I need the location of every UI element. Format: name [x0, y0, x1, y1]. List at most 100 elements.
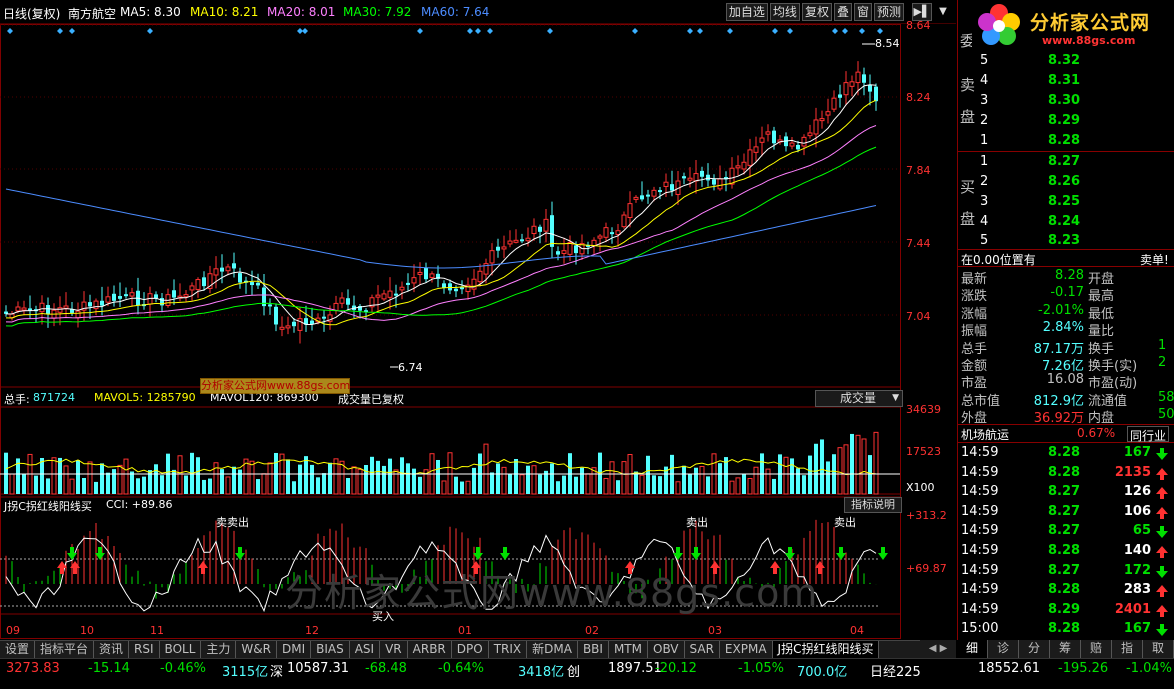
- tab-indicator[interactable]: BBI: [578, 641, 609, 658]
- tab-indicator[interactable]: BIAS: [311, 641, 350, 658]
- status-value: 3273.83: [6, 661, 60, 676]
- candle-body: [640, 195, 644, 200]
- tab-indicator[interactable]: ASI: [350, 641, 381, 658]
- trade-row[interactable]: 14:59 8.28 140: [958, 542, 1174, 562]
- tab-indicator[interactable]: 主力: [201, 641, 237, 658]
- tab-panel[interactable]: 赔: [1081, 640, 1112, 658]
- bid-row[interactable]: 1 8.27: [958, 152, 1174, 172]
- tab-indicator[interactable]: 新DMA: [527, 641, 578, 658]
- volume-bar: [460, 481, 464, 494]
- candle-body: [646, 194, 650, 197]
- sector-name[interactable]: 机场航运: [961, 426, 1009, 443]
- candle-body: [387, 290, 393, 298]
- ask-row[interactable]: 4 8.31: [958, 71, 1174, 91]
- tab-indicator[interactable]: TRIX: [489, 641, 528, 658]
- ask-row[interactable]: 5 8.32: [958, 51, 1174, 71]
- volume-bar: [328, 462, 332, 494]
- tab-indicator[interactable]: SAR: [685, 641, 720, 658]
- volume-bar: [790, 458, 794, 494]
- volume-bar: [634, 471, 638, 494]
- trade-row[interactable]: 14:59 8.27 126: [958, 483, 1174, 503]
- volume-bar: [22, 473, 26, 494]
- arrow-right-icon[interactable]: ▶: [940, 643, 948, 654]
- stock-chart[interactable]: [0, 24, 956, 640]
- volume-bar: [46, 478, 50, 494]
- tab-indicator[interactable]: VR: [380, 641, 408, 658]
- bid-row[interactable]: 5 8.23: [958, 231, 1174, 251]
- tab-indicator[interactable]: BOLL: [160, 641, 202, 658]
- moving-average-button[interactable]: 均线: [769, 3, 800, 21]
- tab-indicator[interactable]: MTM: [609, 641, 648, 658]
- tab-panel[interactable]: 细: [957, 640, 988, 658]
- volume-bar: [855, 434, 861, 495]
- volume-bar: [496, 463, 500, 494]
- low-price-label: 6.74: [398, 361, 423, 374]
- tab-panel[interactable]: 分: [1019, 640, 1050, 658]
- peer-industry-tab[interactable]: 同行业: [1127, 426, 1170, 443]
- trade-row[interactable]: 14:59 8.29 2401: [958, 601, 1174, 621]
- candle-body: [753, 146, 759, 153]
- period-label[interactable]: 日线(复权): [3, 5, 60, 22]
- trade-time: 14:59: [961, 523, 999, 539]
- trade-row[interactable]: 14:59 8.28 167: [958, 444, 1174, 464]
- volume-bar: [220, 469, 224, 494]
- candle-body: [765, 131, 771, 135]
- sell-arrow-icon: [67, 547, 77, 560]
- forecast-button[interactable]: 预测: [873, 3, 904, 21]
- tab-indicator[interactable]: J拐C拐红线阳线买: [772, 641, 880, 658]
- trade-row[interactable]: 14:59 8.27 106: [958, 503, 1174, 523]
- candle-body: [225, 266, 231, 272]
- tab-indicator[interactable]: 指标平台: [35, 641, 95, 658]
- tab-indicator[interactable]: EXPMA: [720, 641, 773, 658]
- volume-bar: [735, 477, 741, 495]
- status-value: -68.48: [365, 661, 407, 676]
- arrow-left-icon[interactable]: ◀: [929, 643, 937, 654]
- tab-panel[interactable]: 诊: [988, 640, 1019, 658]
- tab-scroll-arrows[interactable]: ◀ ▶: [920, 640, 956, 658]
- volume-selector[interactable]: 成交量 ▼: [815, 390, 903, 407]
- candle-body: [862, 74, 866, 83]
- ask-row[interactable]: 1 8.28: [958, 131, 1174, 151]
- date-tick: 10: [80, 624, 94, 637]
- candle-body: [574, 245, 578, 254]
- tab-indicator[interactable]: ARBR: [408, 641, 452, 658]
- bid-row[interactable]: 2 8.26: [958, 172, 1174, 192]
- trade-row[interactable]: 14:59 8.27 172: [958, 562, 1174, 582]
- candle-body: [874, 86, 878, 102]
- stat-row: 振幅 2.84% 量比: [958, 320, 1174, 339]
- signal-label: 卖出: [686, 516, 708, 529]
- candle-body: [346, 298, 350, 305]
- tab-indicator[interactable]: DMI: [277, 641, 312, 658]
- dropdown-icon[interactable]: ▼: [934, 3, 952, 21]
- tab-indicator[interactable]: DPO: [452, 641, 489, 658]
- trade-row[interactable]: 15:00 8.28 167: [958, 620, 1174, 640]
- tab-panel[interactable]: 取: [1143, 640, 1174, 658]
- indicator-help-button[interactable]: 指标说明: [844, 497, 902, 513]
- tab-panel[interactable]: 筹: [1050, 640, 1081, 658]
- trade-row[interactable]: 14:59 8.28 283: [958, 581, 1174, 601]
- ask-row[interactable]: 3 8.30: [958, 91, 1174, 111]
- tab-indicator[interactable]: 资讯: [94, 641, 130, 658]
- tab-indicator[interactable]: RSI: [129, 641, 160, 658]
- ask-row[interactable]: 2 8.29: [958, 111, 1174, 131]
- tab-indicator[interactable]: OBV: [648, 641, 685, 658]
- overlay-button[interactable]: 叠: [833, 3, 852, 21]
- volume-bar: [658, 476, 662, 494]
- bid-row[interactable]: 4 8.24: [958, 212, 1174, 232]
- trade-volume: 172: [1123, 562, 1151, 578]
- chevron-down-icon: ▼: [892, 393, 899, 403]
- trade-row[interactable]: 14:59 8.28 2135: [958, 464, 1174, 484]
- add-favorite-button[interactable]: 加自选: [725, 3, 768, 21]
- volume-selector-label: 成交量: [840, 391, 877, 405]
- volume-bar: [238, 469, 242, 494]
- bid-row[interactable]: 3 8.25: [958, 192, 1174, 212]
- cci-value: CCI: +89.86: [106, 498, 173, 511]
- trade-row[interactable]: 14:59 8.27 65: [958, 522, 1174, 542]
- tab-indicator[interactable]: 设置: [0, 641, 36, 658]
- tab-indicator[interactable]: W&R: [236, 641, 277, 658]
- window-button[interactable]: 窗: [853, 3, 872, 21]
- tab-panel[interactable]: 指: [1112, 640, 1143, 658]
- volume-bar: [531, 465, 537, 495]
- candle-body: [154, 294, 158, 299]
- adjust-price-button[interactable]: 复权: [801, 3, 832, 21]
